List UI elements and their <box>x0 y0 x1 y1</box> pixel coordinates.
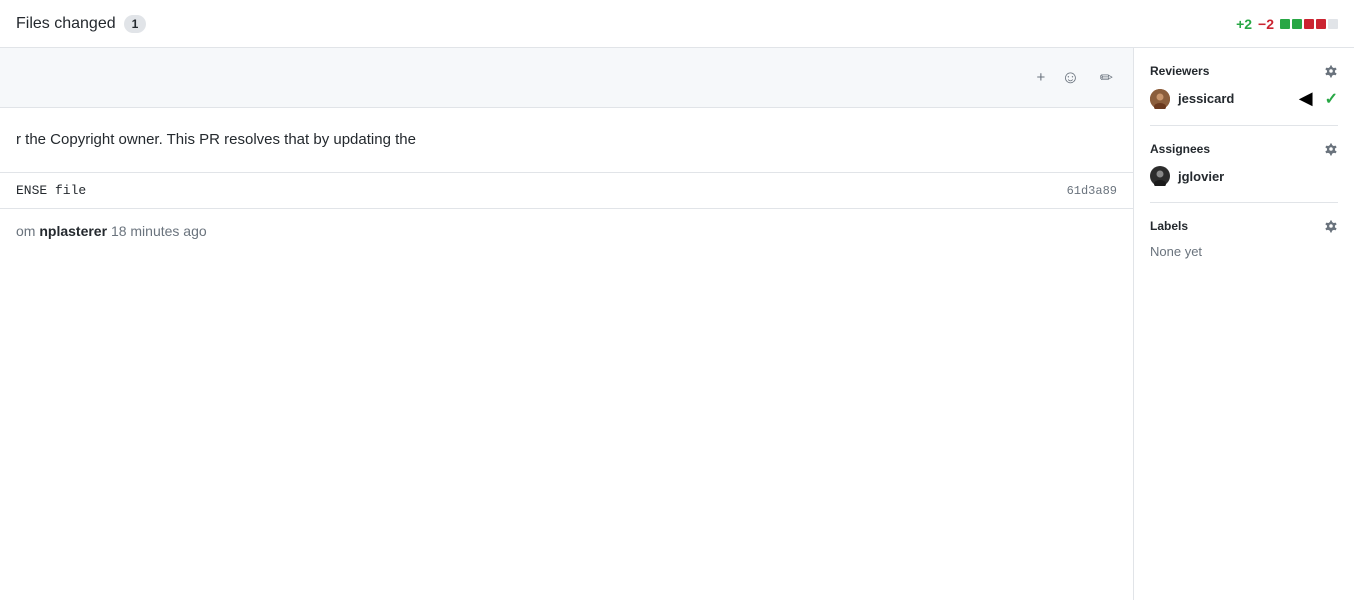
labels-title: Labels <box>1150 219 1188 233</box>
reviewers-section: Reviewers jessicard ◀ <box>1150 64 1338 126</box>
reviewer-username-jessicard[interactable]: jessicard <box>1178 91 1291 106</box>
diff-block-2 <box>1292 19 1302 29</box>
diff-bar <box>1280 19 1338 29</box>
reviewers-title: Reviewers <box>1150 64 1209 78</box>
reviewers-header: Reviewers <box>1150 64 1338 78</box>
diff-block-5 <box>1328 19 1338 29</box>
files-changed-stats: +2 −2 <box>1236 16 1338 32</box>
assignees-header: Assignees <box>1150 142 1338 156</box>
labels-header: Labels <box>1150 219 1338 233</box>
diff-block-4 <box>1316 19 1326 29</box>
commit-info-row: om nplasterer 18 minutes ago <box>0 209 1133 253</box>
emoji-button[interactable]: ☺ <box>1057 63 1083 92</box>
files-changed-title: Files changed <box>16 15 116 33</box>
content-area: + ☺ ✏ r the Copyright owner. This PR res… <box>0 48 1134 600</box>
reviewer-row-jessicard: jessicard ◀ ✓ <box>1150 88 1338 109</box>
sidebar: Reviewers jessicard ◀ <box>1134 48 1354 600</box>
file-commit-hash: 61d3a89 <box>1067 184 1117 198</box>
reviewer-avatar-jessicard <box>1150 89 1170 109</box>
reviewer-approved-icon: ✓ <box>1325 89 1338 109</box>
assignee-username-jglovier[interactable]: jglovier <box>1178 169 1338 184</box>
assignee-row-jglovier: jglovier <box>1150 166 1338 186</box>
diff-block-3 <box>1304 19 1314 29</box>
gear-icon <box>1324 219 1338 233</box>
stat-additions: +2 <box>1236 16 1252 32</box>
assignees-section: Assignees jglovier <box>1150 142 1338 203</box>
comment-box-area: + ☺ ✏ <box>0 48 1133 108</box>
commit-author[interactable]: nplasterer <box>39 223 107 239</box>
main-layout: + ☺ ✏ r the Copyright owner. This PR res… <box>0 48 1354 600</box>
emoji-icon: ☺ <box>1061 67 1079 88</box>
pr-description-text: r the Copyright owner. This PR resolves … <box>16 131 416 148</box>
pr-description: r the Copyright owner. This PR resolves … <box>0 108 1133 173</box>
labels-none-yet: None yet <box>1150 244 1202 259</box>
plus-emoji-label: + <box>1036 69 1045 86</box>
assignee-avatar-jglovier <box>1150 166 1170 186</box>
file-name: ENSE file <box>16 183 86 198</box>
files-changed-count: 1 <box>124 15 147 33</box>
edit-button[interactable]: ✏ <box>1096 64 1117 92</box>
diff-block-1 <box>1280 19 1290 29</box>
commit-suffix: 18 minutes ago <box>111 223 207 239</box>
gear-icon <box>1324 64 1338 78</box>
assignees-gear-button[interactable] <box>1324 142 1338 156</box>
files-changed-left: Files changed 1 <box>16 15 146 33</box>
assignees-title: Assignees <box>1150 142 1210 156</box>
commit-prefix: om <box>16 223 35 239</box>
avatar-svg-jessicard <box>1150 89 1170 109</box>
reviewers-gear-button[interactable] <box>1324 64 1338 78</box>
labels-gear-button[interactable] <box>1324 219 1338 233</box>
avatar-svg-jglovier <box>1150 166 1170 186</box>
labels-section: Labels None yet <box>1150 219 1338 275</box>
stat-deletions: −2 <box>1258 16 1274 32</box>
file-row: ENSE file 61d3a89 <box>0 173 1133 209</box>
gear-icon <box>1324 142 1338 156</box>
cursor-indicator: ◀ <box>1299 88 1313 109</box>
files-changed-header: Files changed 1 +2 −2 <box>0 0 1354 48</box>
edit-icon: ✏ <box>1100 68 1113 88</box>
